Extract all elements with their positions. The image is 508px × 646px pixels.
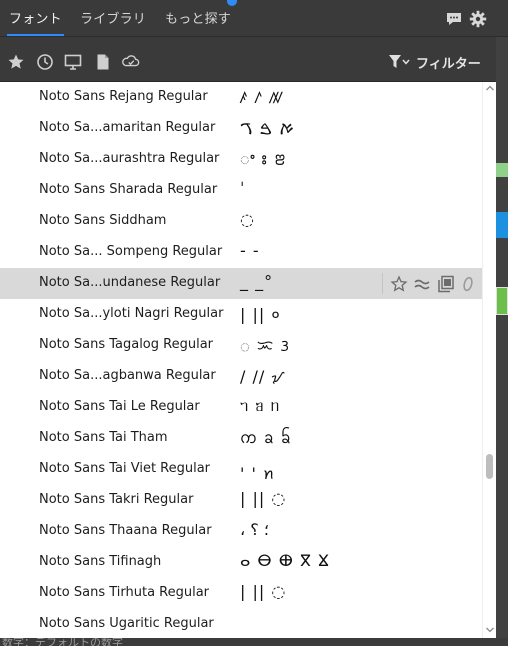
font-row[interactable]: Noto Sa...aurashtra Regular ꢀ ꢁ ꢂ	[0, 144, 482, 175]
bottom-setting-text: 数字：デフォルトの数字	[2, 638, 123, 646]
approx-icon[interactable]	[413, 275, 431, 293]
font-name: Noto Sa...undanese Regular	[39, 275, 221, 290]
font-name: Noto Sans Tai Le Regular	[39, 399, 200, 414]
bottom-panel: 数字：デフォルトの数字	[0, 638, 508, 646]
font-row-selected[interactable]: Noto Sa...undanese Regular _ _°	[0, 268, 482, 299]
document-icon[interactable]	[94, 53, 112, 71]
row-actions-divider	[382, 273, 383, 294]
thumbnail-strip	[496, 287, 508, 315]
cloud-check-icon[interactable]	[122, 53, 140, 71]
font-row[interactable]: Noto Sans Siddham ◌	[0, 206, 482, 237]
font-sample: ꢀ ꢁ ꢂ	[240, 150, 287, 169]
list-scrollbar[interactable]	[482, 82, 496, 638]
font-sample: ، ؛ ؟	[240, 520, 269, 539]
background-app-strip	[496, 37, 508, 646]
star-icon[interactable]	[7, 53, 25, 71]
blue-strip	[496, 212, 508, 238]
font-row[interactable]: Noto Sa... Sompeng Regular - -	[0, 237, 482, 268]
gear-icon[interactable]	[469, 10, 487, 28]
chat-icon[interactable]	[445, 10, 463, 28]
tab-discover[interactable]: もっと探す	[165, 8, 231, 27]
font-row[interactable]: Noto Sa...agbanwa Regular / // ᝠ	[0, 361, 482, 392]
font-row[interactable]: Noto Sans Ugaritic Regular	[0, 609, 482, 638]
font-row[interactable]: Noto Sans Sharada Regular ˈ	[0, 175, 482, 206]
chevron-up-icon[interactable]	[484, 82, 496, 94]
font-name: Noto Sa... Sompeng Regular	[39, 244, 223, 259]
notification-dot	[227, 0, 237, 6]
star-outline-icon[interactable]	[390, 275, 408, 293]
font-row[interactable]: Noto Sans Tifinagh ⴰ ⴱ ⴲ ⴳ ⴴ	[0, 547, 482, 578]
font-name: Noto Sans Tai Viet Regular	[39, 461, 211, 476]
tab-fonts[interactable]: フォント	[9, 8, 62, 27]
chevron-down-icon[interactable]	[484, 624, 496, 636]
font-sample: | || ◌	[240, 582, 287, 601]
filter-toolbar: フィルター	[0, 37, 508, 82]
font-name: Noto Sa...agbanwa Regular	[39, 368, 216, 383]
font-name: Noto Sa...aurashtra Regular	[39, 151, 220, 166]
green-strip	[496, 163, 508, 177]
font-row[interactable]: Noto Sans Tirhuta Regular | || ◌	[0, 578, 482, 609]
font-name: Noto Sans Tagalog Regular	[39, 337, 214, 352]
font-sample: / // ᝠ	[240, 367, 286, 386]
font-sample: ◌	[240, 210, 255, 229]
top-tab-bar: フォント ライブラリ もっと探す	[0, 0, 508, 37]
italic-o-icon[interactable]	[459, 275, 477, 293]
filter-label: フィルター	[416, 56, 481, 72]
font-sample: ˈ	[240, 179, 246, 198]
font-row[interactable]: Noto Sans Rejang Regular ꤰ ꤱ ꤲ	[0, 82, 482, 113]
font-sample: | || ◌	[240, 489, 287, 508]
font-name: Noto Sans Ugaritic Regular	[39, 616, 214, 631]
font-name: Noto Sans Sharada Regular	[39, 182, 218, 197]
font-row[interactable]: Noto Sans Takri Regular | || ◌	[0, 485, 482, 516]
filter-button[interactable]: フィルター	[388, 52, 481, 72]
clock-icon[interactable]	[36, 53, 54, 71]
font-sample: ᥐ ᥑ ᥒ	[240, 396, 281, 415]
font-name: Noto Sans Tifinagh	[39, 554, 162, 569]
font-name: Noto Sans Thaana Regular	[39, 523, 212, 538]
filter-funnel-icon	[389, 55, 410, 68]
font-sample: ⴰ ⴱ ⴲ ⴳ ⴴ	[240, 551, 330, 570]
font-name: Noto Sans Tirhuta Regular	[39, 585, 210, 600]
font-sample: ᨠ ᨡ ᨢ	[240, 428, 292, 447]
font-sample: ࠀ ࠁ ࠂ	[240, 119, 296, 138]
font-name: Noto Sans Siddham	[39, 213, 167, 228]
font-row[interactable]: Noto Sans Thaana Regular ، ؛ ؟	[0, 516, 482, 547]
font-name: Noto Sans Takri Regular	[39, 492, 194, 507]
font-sample: ᜀ ᜁ ᜂ	[240, 336, 290, 355]
font-row[interactable]: Noto Sa...yloti Nagri Regular | || ०	[0, 299, 482, 330]
font-row[interactable]: Noto Sans Tai Tham ᨠ ᨡ ᨢ	[0, 423, 482, 454]
font-row[interactable]: Noto Sans Tai Viet Regular ' ' ꪀ	[0, 454, 482, 485]
font-row[interactable]: Noto Sans Tai Le Regular ᥐ ᥑ ᥒ	[0, 392, 482, 423]
active-tab-indicator	[7, 34, 64, 36]
monitor-icon[interactable]	[64, 53, 82, 71]
font-sample: _ _°	[240, 272, 274, 291]
font-row[interactable]: Noto Sans Tagalog Regular ᜀ ᜁ ᜂ	[0, 330, 482, 361]
duplicate-icon[interactable]	[437, 275, 455, 293]
font-sample: | || ०	[240, 305, 281, 324]
font-row[interactable]: Noto Sa...amaritan Regular ࠀ ࠁ ࠂ	[0, 113, 482, 144]
font-name: Noto Sa...amaritan Regular	[39, 120, 216, 135]
font-sample: ꤰ ꤱ ꤲ	[240, 88, 284, 107]
font-list: Noto Sans Rejang Regular ꤰ ꤱ ꤲ Noto Sa..…	[0, 82, 482, 638]
tab-library[interactable]: ライブラリ	[80, 8, 146, 27]
scroll-thumb[interactable]	[486, 454, 493, 479]
font-name: Noto Sans Rejang Regular	[39, 89, 208, 104]
font-name: Noto Sa...yloti Nagri Regular	[39, 306, 224, 321]
font-name: Noto Sans Tai Tham	[39, 430, 168, 445]
font-sample: - -	[240, 241, 260, 260]
row-actions	[382, 268, 482, 299]
